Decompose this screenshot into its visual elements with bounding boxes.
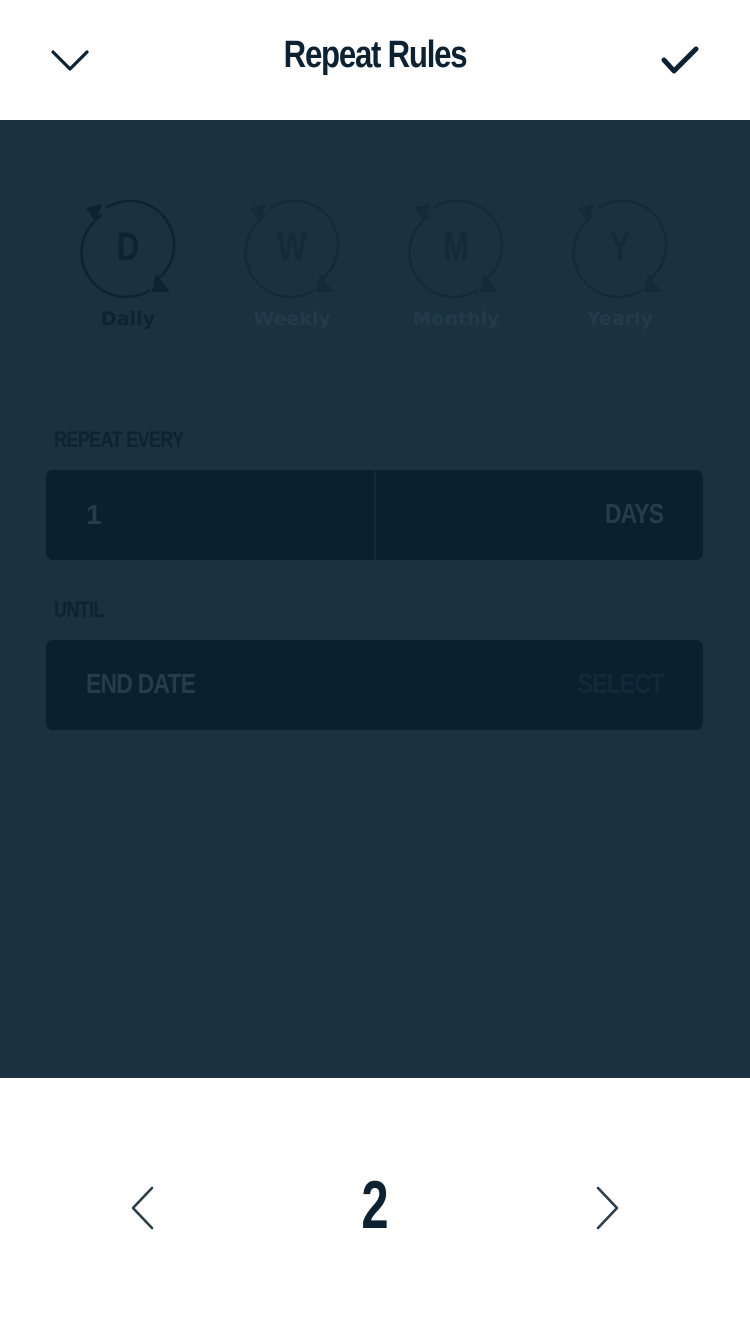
repeat-every-field: DAYS xyxy=(46,470,703,560)
frequency-letter: W xyxy=(277,225,307,269)
footer-stepper: 2 xyxy=(0,1078,750,1334)
frequency-daily[interactable]: D Daily xyxy=(63,200,193,340)
frequency-monthly[interactable]: M Monthly xyxy=(391,200,521,340)
frequency-label: Yearly xyxy=(587,308,653,330)
next-button[interactable] xyxy=(582,1178,632,1238)
confirm-button[interactable] xyxy=(650,36,710,84)
frequency-letter: Y xyxy=(609,225,631,269)
frequency-selector: D Daily W Weekly M Monthly Y Yearly xyxy=(0,200,750,340)
repeat-every-label: REPEAT EVERY xyxy=(54,427,184,452)
chevron-right-icon xyxy=(596,1186,619,1230)
frequency-yearly[interactable]: Y Yearly xyxy=(555,200,685,340)
frequency-letter: M xyxy=(442,225,469,269)
end-date-placeholder: END DATE xyxy=(86,668,196,699)
frequency-label: Weekly xyxy=(253,308,331,330)
frequency-weekly[interactable]: W Weekly xyxy=(227,200,357,340)
end-date-select-button[interactable]: SELECT xyxy=(577,668,663,700)
repeat-unit: DAYS xyxy=(604,498,664,529)
page-title: Repeat Rules xyxy=(283,34,468,76)
field-divider xyxy=(374,470,376,560)
end-date-field[interactable]: END DATE SELECT xyxy=(46,640,703,730)
repeat-interval-input[interactable] xyxy=(86,498,346,532)
frequency-label: Monthly xyxy=(412,308,500,330)
repeat-rules-panel: D Daily W Weekly M Monthly Y Yearly REPE… xyxy=(0,120,750,1078)
frequency-label: Daily xyxy=(100,308,155,330)
repeat-count: 2 xyxy=(361,1167,389,1243)
checkmark-icon xyxy=(661,46,699,74)
frequency-letter: D xyxy=(116,225,140,269)
until-label: UNTIL xyxy=(54,597,104,622)
header: Repeat Rules xyxy=(0,0,750,120)
